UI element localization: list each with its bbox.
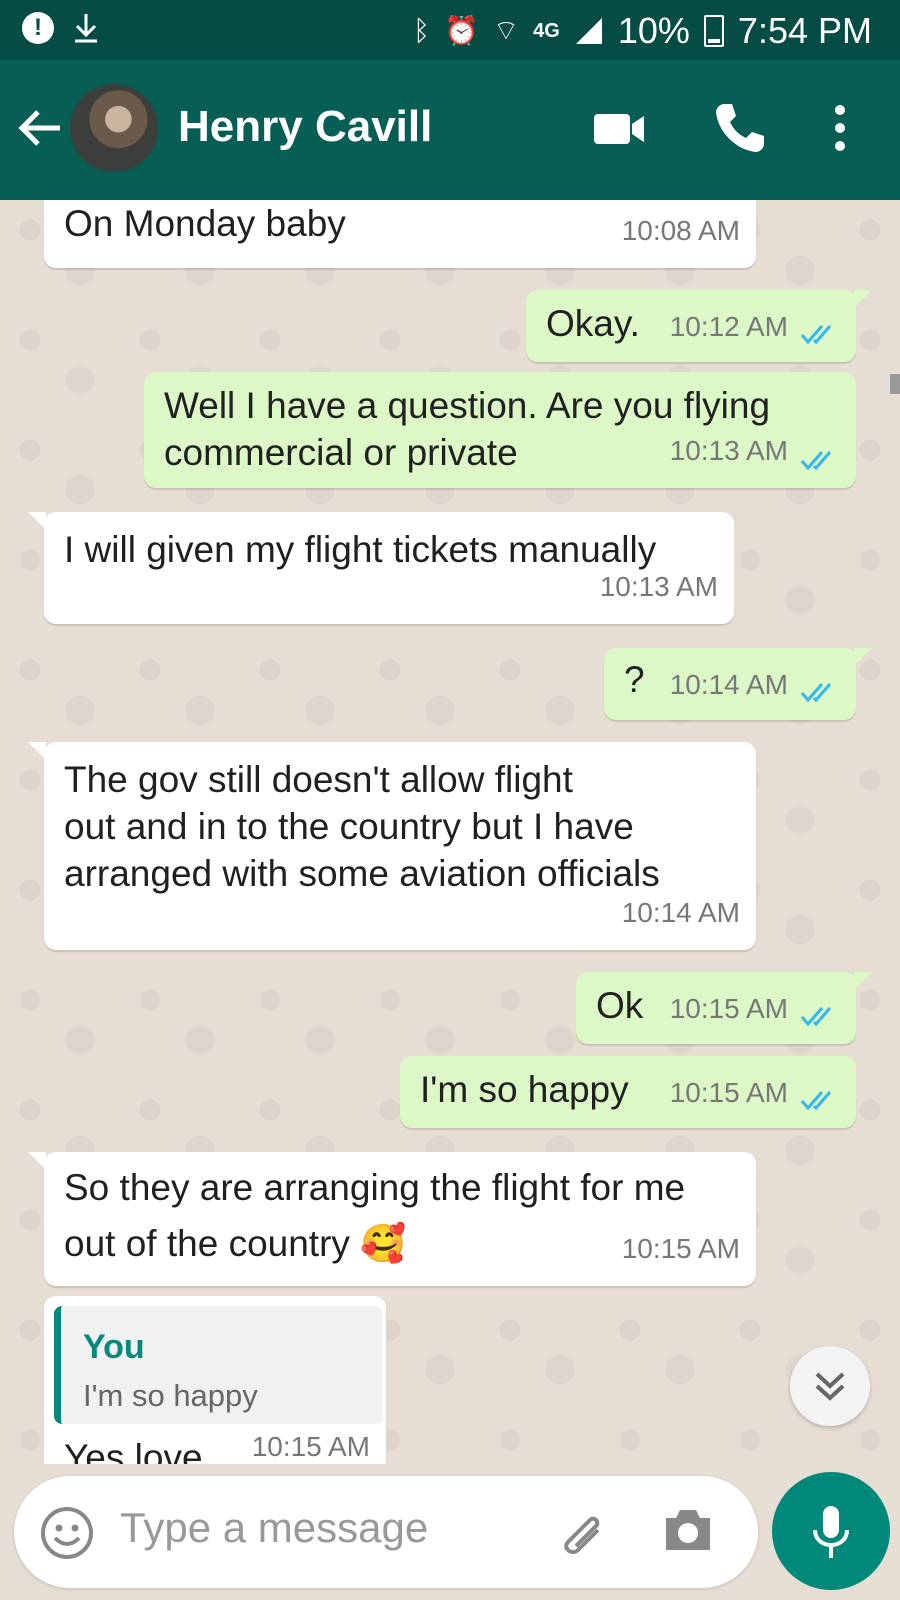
- message-bubble[interactable]: Okay. 10:12 AM: [526, 290, 872, 362]
- download-icon: [75, 14, 97, 43]
- message-text: I'm so happy: [420, 1069, 629, 1110]
- signal-icon: [575, 18, 602, 44]
- status-bar: ! ᛒ ⏰ ⌔ 4G 10% 7:54 PM: [0, 0, 900, 60]
- message-bubble[interactable]: So they are arranging the flight for me …: [28, 1152, 756, 1286]
- quoted-text: I'm so happy: [83, 1378, 258, 1413]
- message-bubble[interactable]: Well I have a question. Are you flying c…: [144, 372, 856, 488]
- message-line: The gov still doesn't allow flight: [64, 759, 573, 800]
- message-line: So they are arranging the flight for me: [64, 1167, 686, 1208]
- double-check-icon: [800, 325, 832, 345]
- double-check-icon: [800, 451, 832, 471]
- reply-message-bubble[interactable]: You I'm so happy Yes love 10:15 AM: [44, 1296, 386, 1464]
- message-bubble[interactable]: I will given my flight tickets manually …: [28, 512, 734, 624]
- double-check-icon: [800, 683, 832, 703]
- wifi-icon: ⌔: [492, 15, 520, 46]
- message-time: 10:15 AM: [669, 993, 788, 1024]
- message-time: 10:14 AM: [621, 897, 740, 928]
- message-text: So they are arranging the flight for me …: [64, 1160, 685, 1272]
- message-time: 10:15 AM: [251, 1431, 370, 1462]
- attach-icon[interactable]: [554, 1504, 610, 1560]
- message-bubble[interactable]: On Monday baby 10:08 AM: [44, 200, 756, 268]
- alarm-icon: ⏰: [443, 15, 479, 46]
- message-line: arranged with some aviation officials: [64, 853, 660, 894]
- message-time: 10:12 AM: [669, 311, 788, 342]
- quoted-message[interactable]: You I'm so happy: [54, 1306, 383, 1424]
- alert-icon: !: [22, 12, 54, 44]
- avatar[interactable]: [70, 84, 158, 172]
- message-text: On Monday baby: [64, 203, 346, 244]
- chat-area[interactable]: On Monday baby 10:08 AM Okay. 10:12 AM W…: [0, 200, 900, 1464]
- mic-button[interactable]: [772, 1472, 890, 1590]
- message-composer[interactable]: Type a message: [14, 1476, 758, 1588]
- message-text: ?: [624, 659, 645, 700]
- emoji-icon[interactable]: [40, 1506, 94, 1560]
- mic-icon: [813, 1506, 849, 1558]
- message-bubble[interactable]: I'm so happy 10:15 AM: [400, 1056, 856, 1128]
- clock: 7:54 PM: [737, 10, 872, 51]
- message-text: Ok: [596, 985, 644, 1026]
- message-line: out and in to the country but I have: [64, 806, 634, 847]
- battery-percent: 10%: [617, 10, 690, 51]
- back-arrow-icon[interactable]: [18, 108, 62, 148]
- scroll-indicator[interactable]: [890, 374, 900, 394]
- message-bubble[interactable]: ? 10:14 AM: [604, 648, 872, 720]
- message-time: 10:08 AM: [621, 215, 740, 246]
- message-text: I will given my flight tickets manually: [64, 529, 657, 570]
- camera-icon[interactable]: [662, 1506, 714, 1554]
- contact-name[interactable]: Henry Cavill: [178, 102, 432, 152]
- message-text: Yes love: [64, 1437, 203, 1464]
- message-input[interactable]: Type a message: [120, 1504, 428, 1552]
- message-bubble[interactable]: Ok 10:15 AM: [576, 972, 872, 1044]
- message-time: 10:15 AM: [669, 1077, 788, 1108]
- double-check-icon: [800, 1007, 832, 1027]
- video-call-icon[interactable]: [592, 100, 648, 156]
- message-bubble[interactable]: The gov still doesn't allow flight out a…: [28, 742, 756, 950]
- message-time: 10:14 AM: [669, 669, 788, 700]
- message-time: 10:13 AM: [669, 435, 788, 466]
- chat-header: Henry Cavill: [0, 60, 900, 200]
- bluetooth-icon: ᛒ: [413, 15, 430, 46]
- double-check-icon: [800, 1091, 832, 1111]
- network-type: 4G: [533, 19, 560, 42]
- scroll-down-button[interactable]: [790, 1346, 870, 1426]
- message-text: Okay.: [546, 303, 640, 344]
- scroll-down-icon: [815, 1372, 845, 1401]
- message-text: The gov still doesn't allow flight out a…: [64, 756, 660, 897]
- more-vert-icon[interactable]: [832, 100, 848, 156]
- message-time: 10:15 AM: [621, 1233, 740, 1264]
- battery-icon: [703, 15, 724, 47]
- quoted-author: You: [83, 1328, 145, 1366]
- message-line: out of the country 🥰: [64, 1223, 407, 1264]
- phone-icon[interactable]: [712, 100, 768, 156]
- message-time: 10:13 AM: [599, 571, 718, 602]
- message-line: Well I have a question. Are you flying: [164, 385, 771, 426]
